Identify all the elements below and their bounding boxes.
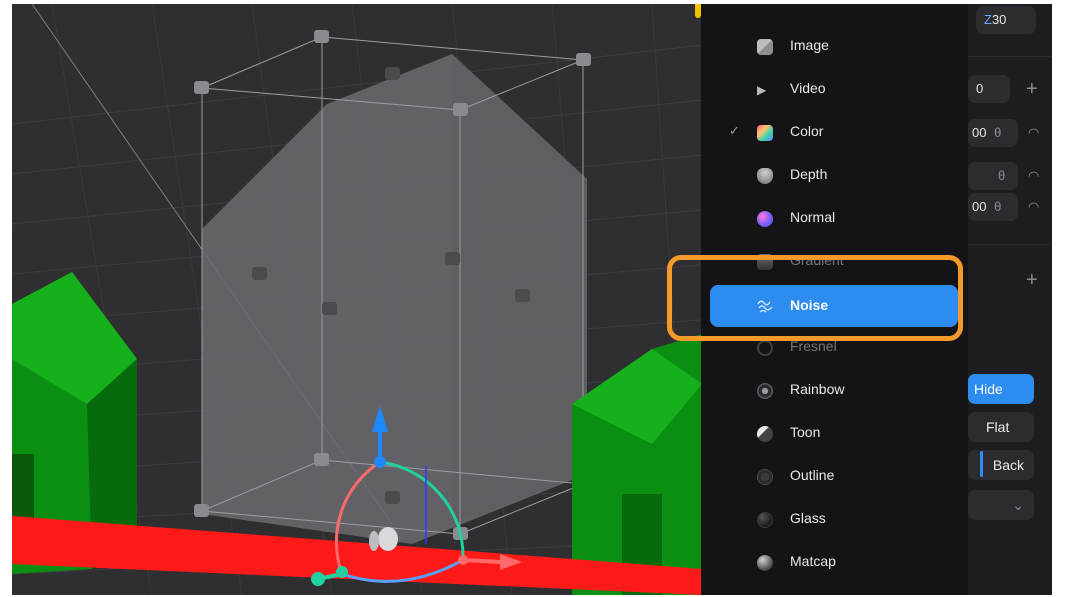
menu-item-image[interactable]: Image <box>701 28 968 64</box>
glass-icon <box>757 512 773 528</box>
menu-item-label: Rainbow <box>790 381 845 397</box>
menu-item-depth[interactable]: Depth <box>701 157 968 193</box>
matcap-icon <box>757 555 773 571</box>
z-axis-label: Z <box>984 12 992 27</box>
menu-item-label: Glass <box>790 510 826 526</box>
depth-icon <box>757 168 773 184</box>
gradient-icon <box>757 254 773 270</box>
menu-item-label: Matcap <box>790 553 836 569</box>
menu-item-label: Color <box>790 123 824 139</box>
visibility-icon[interactable]: ◠ <box>1028 199 1039 215</box>
menu-item-rainbow[interactable]: Rainbow <box>701 372 968 408</box>
panel-divider <box>968 244 1052 245</box>
value-field-4[interactable]: 00 θ <box>968 193 1018 221</box>
color-swatch-icon <box>757 125 773 141</box>
back-button[interactable]: Back <box>968 450 1034 480</box>
normal-sphere-icon <box>757 211 773 227</box>
menu-item-color[interactable]: ✓ Color <box>701 114 968 150</box>
menu-item-normal[interactable]: Normal <box>701 200 968 236</box>
noise-icon <box>757 298 773 314</box>
menu-item-label: Outline <box>790 467 835 483</box>
chevron-down-icon: ⌄ <box>1012 497 1024 513</box>
menu-item-label: Image <box>790 37 829 53</box>
viewport-marker <box>695 4 701 18</box>
image-icon <box>757 39 773 55</box>
menu-item-video[interactable]: ▶ Video <box>701 71 968 107</box>
lock-icon[interactable]: θ <box>994 125 1001 140</box>
menu-item-label: Depth <box>790 166 828 182</box>
lock-icon[interactable]: θ <box>998 162 1005 190</box>
lock-icon[interactable]: θ <box>994 199 1001 214</box>
menu-item-glass[interactable]: Glass <box>701 501 968 537</box>
value-field-3[interactable]: θ <box>968 162 1018 190</box>
panel-divider <box>968 56 1052 57</box>
hide-button[interactable]: Hide <box>968 374 1034 404</box>
menu-item-label: Toon <box>790 424 821 440</box>
rainbow-icon <box>757 383 773 399</box>
menu-item-gradient[interactable]: Gradient <box>701 243 968 279</box>
menu-item-label: Gradient <box>790 252 844 268</box>
add-icon[interactable]: + <box>1026 79 1038 99</box>
add-icon[interactable]: + <box>1026 270 1038 290</box>
mode-dropdown[interactable]: ⌄ <box>968 490 1034 520</box>
menu-item-toon[interactable]: Toon <box>701 415 968 451</box>
z-position-value: 30 <box>991 12 1007 27</box>
outline-icon <box>757 469 773 485</box>
menu-item-fresnel[interactable]: Fresnel <box>701 329 968 365</box>
app-screen: Z30 0 + 00 θ ◠ θ ◠ 00 θ ◠ + Hide Flat Ba… <box>12 4 1052 595</box>
video-play-icon: ▶ <box>757 83 767 97</box>
menu-item-label: Normal <box>790 209 836 225</box>
z-position-field[interactable]: Z30 <box>976 6 1036 34</box>
visibility-icon[interactable]: ◠ <box>1028 125 1039 141</box>
value-field-4-text: 00 <box>972 199 987 214</box>
fresnel-icon <box>757 340 773 356</box>
flat-button[interactable]: Flat <box>968 412 1034 442</box>
checkmark-icon: ✓ <box>729 123 740 138</box>
visibility-icon[interactable]: ◠ <box>1028 168 1039 184</box>
properties-panel: Z30 0 + 00 θ ◠ θ ◠ 00 θ ◠ + Hide Flat Ba… <box>968 4 1052 595</box>
value-field-2[interactable]: 00 θ <box>968 119 1018 147</box>
menu-item-matcap[interactable]: Matcap <box>701 544 968 580</box>
material-type-menu: Image ▶ Video ✓ Color Depth Normal Gradi… <box>701 4 968 595</box>
menu-item-noise[interactable]: Noise <box>710 285 958 327</box>
toon-icon <box>757 426 773 442</box>
menu-item-label: Video <box>790 80 826 96</box>
value-field-1-text: 0 <box>976 81 984 96</box>
menu-item-outline[interactable]: Outline <box>701 458 968 494</box>
value-field-2-text: 00 <box>972 125 987 140</box>
side-selection-indicator <box>980 451 983 477</box>
menu-item-label: Noise <box>790 297 829 313</box>
value-field-1[interactable]: 0 <box>968 75 1010 103</box>
menu-item-label: Fresnel <box>790 338 837 354</box>
